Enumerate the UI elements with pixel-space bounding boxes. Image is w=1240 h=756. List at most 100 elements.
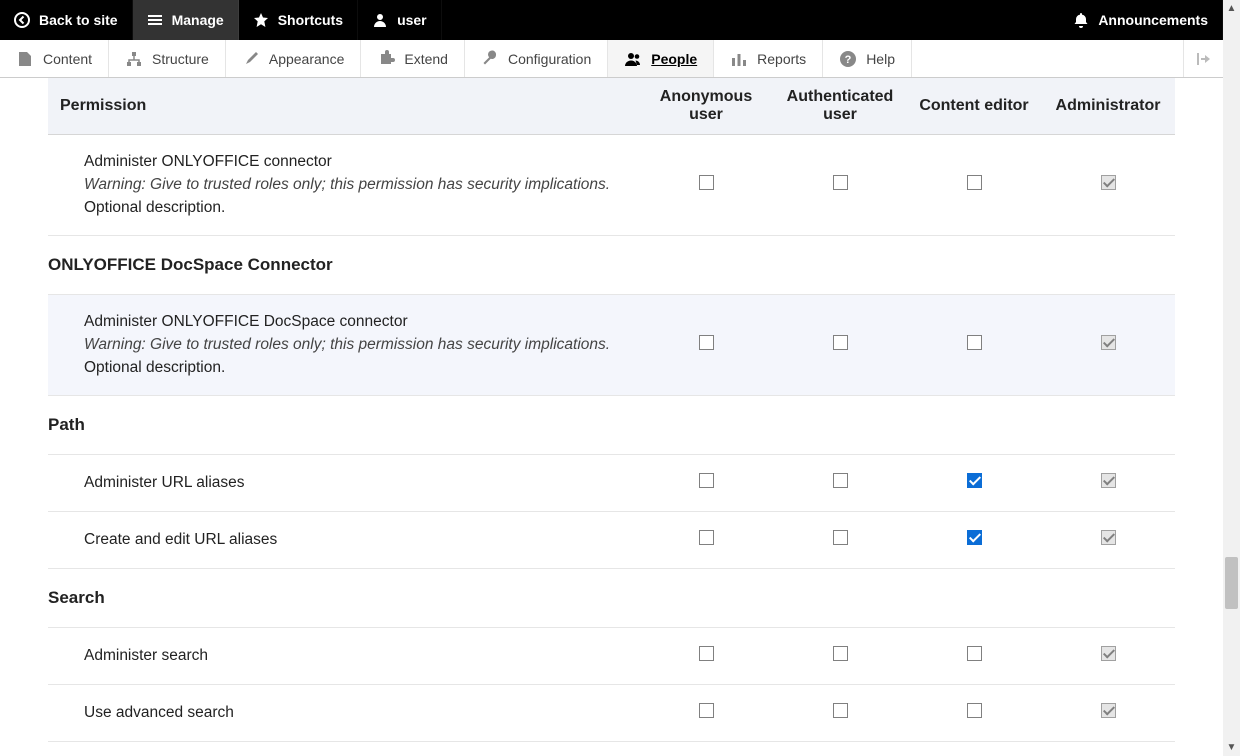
permission-checkbox[interactable] <box>699 335 714 350</box>
permission-checkbox[interactable] <box>833 175 848 190</box>
announcements-label: Announcements <box>1098 12 1208 28</box>
menu-appearance-label: Appearance <box>269 51 345 67</box>
menu-content[interactable]: Content <box>0 40 109 77</box>
permission-checkbox[interactable] <box>967 530 982 545</box>
permission-checkbox-cell <box>1041 628 1175 685</box>
menu-content-label: Content <box>43 51 92 67</box>
permission-checkbox[interactable] <box>1101 473 1116 488</box>
col-anonymous: Anonymous user <box>639 78 773 135</box>
permission-section-row: Path <box>48 396 1175 455</box>
permission-checkbox[interactable] <box>1101 335 1116 350</box>
admin-toolbar: Back to site Manage Shortcuts user Anno <box>0 0 1223 40</box>
permission-checkbox[interactable] <box>1101 175 1116 190</box>
permission-title: Administer ONLYOFFICE DocSpace connector <box>60 313 627 331</box>
menu-reports-label: Reports <box>757 51 806 67</box>
manage-label: Manage <box>172 12 224 28</box>
col-content-editor: Content editor <box>907 78 1041 135</box>
permission-row: Create and edit URL aliases <box>48 512 1175 569</box>
star-icon <box>253 12 269 28</box>
permission-checkbox-cell <box>773 628 907 685</box>
permission-checkbox[interactable] <box>699 473 714 488</box>
permission-optional-desc: Optional description. <box>60 199 627 217</box>
permission-checkbox[interactable] <box>833 530 848 545</box>
bell-icon <box>1073 12 1089 28</box>
menu-configuration-label: Configuration <box>508 51 591 67</box>
permission-checkbox-cell <box>1041 685 1175 742</box>
permission-checkbox-cell <box>639 628 773 685</box>
shortcuts-button[interactable]: Shortcuts <box>239 0 358 40</box>
back-to-site-button[interactable]: Back to site <box>0 0 133 40</box>
menu-configuration[interactable]: Configuration <box>465 40 608 77</box>
permission-warning: Warning: Give to trusted roles only; thi… <box>60 333 627 357</box>
help-icon: ? <box>839 50 857 68</box>
permission-title-cell: Use advanced search <box>48 685 639 742</box>
permission-checkbox[interactable] <box>833 703 848 718</box>
admin-menubar: Content Structure Appearance Extend Conf… <box>0 40 1223 78</box>
permissions-header-row: Permission Anonymous user Authenticated … <box>48 78 1175 135</box>
permission-checkbox-cell <box>1041 455 1175 512</box>
permission-checkbox[interactable] <box>833 646 848 661</box>
permission-section-title: Search <box>48 588 1163 608</box>
manage-button[interactable]: Manage <box>133 0 239 40</box>
menu-people[interactable]: People <box>608 40 714 77</box>
back-arrow-icon <box>14 12 30 28</box>
menu-structure[interactable]: Structure <box>109 40 226 77</box>
col-authenticated: Authenticated user <box>773 78 907 135</box>
permission-checkbox-cell <box>907 685 1041 742</box>
col-administrator: Administrator <box>1041 78 1175 135</box>
permission-checkbox-cell <box>773 455 907 512</box>
user-menu-button[interactable]: user <box>358 0 442 40</box>
permission-checkbox-cell <box>639 512 773 569</box>
permission-checkbox[interactable] <box>699 703 714 718</box>
menu-appearance[interactable]: Appearance <box>226 40 362 77</box>
permission-checkbox[interactable] <box>699 175 714 190</box>
collapse-menubar-button[interactable] <box>1183 40 1223 77</box>
permission-title-cell: Create and edit URL aliases <box>48 512 639 569</box>
permission-section-title: ONLYOFFICE DocSpace Connector <box>48 255 1163 275</box>
permission-row: Use advanced search <box>48 685 1175 742</box>
permission-checkbox-cell <box>907 628 1041 685</box>
col-permission: Permission <box>48 78 639 135</box>
menu-extend[interactable]: Extend <box>361 40 465 77</box>
permission-checkbox[interactable] <box>967 703 982 718</box>
permission-checkbox[interactable] <box>833 473 848 488</box>
menu-reports[interactable]: Reports <box>714 40 823 77</box>
permission-checkbox-cell <box>773 685 907 742</box>
vertical-scrollbar[interactable]: ▲ ▼ <box>1223 0 1240 756</box>
svg-text:?: ? <box>845 54 852 66</box>
permission-title-cell: Administer URL aliases <box>48 455 639 512</box>
permission-optional-desc: Optional description. <box>60 359 627 377</box>
permission-checkbox[interactable] <box>967 335 982 350</box>
permission-checkbox-cell <box>773 512 907 569</box>
permission-checkbox[interactable] <box>967 646 982 661</box>
back-to-site-label: Back to site <box>39 12 118 28</box>
permission-section-row: ONLYOFFICE DocSpace Connector <box>48 236 1175 295</box>
permission-checkbox-cell <box>907 295 1041 396</box>
permission-row: Administer ONLYOFFICE DocSpace connector… <box>48 295 1175 396</box>
permission-row: Administer URL aliases <box>48 455 1175 512</box>
permission-checkbox[interactable] <box>1101 530 1116 545</box>
scroll-up-arrow[interactable]: ▲ <box>1223 0 1240 17</box>
permission-checkbox[interactable] <box>967 473 982 488</box>
permission-checkbox[interactable] <box>1101 646 1116 661</box>
permission-checkbox[interactable] <box>967 175 982 190</box>
permission-checkbox[interactable] <box>833 335 848 350</box>
permission-checkbox-cell <box>1041 135 1175 236</box>
announcements-button[interactable]: Announcements <box>1059 0 1223 40</box>
menu-help[interactable]: ? Help <box>823 40 912 77</box>
permission-checkbox[interactable] <box>1101 703 1116 718</box>
permission-checkbox-cell <box>773 135 907 236</box>
menu-structure-label: Structure <box>152 51 209 67</box>
permission-checkbox-cell <box>1041 512 1175 569</box>
permission-section-title: Path <box>48 415 1163 435</box>
permission-checkbox[interactable] <box>699 530 714 545</box>
puzzle-icon <box>377 50 395 68</box>
scroll-down-arrow[interactable]: ▼ <box>1223 739 1240 756</box>
scroll-thumb[interactable] <box>1225 557 1238 609</box>
permission-section-row: Search <box>48 569 1175 628</box>
paintbrush-icon <box>242 50 260 68</box>
permission-checkbox-cell <box>639 455 773 512</box>
permission-checkbox-cell <box>639 685 773 742</box>
shortcuts-label: Shortcuts <box>278 12 343 28</box>
permission-checkbox[interactable] <box>699 646 714 661</box>
